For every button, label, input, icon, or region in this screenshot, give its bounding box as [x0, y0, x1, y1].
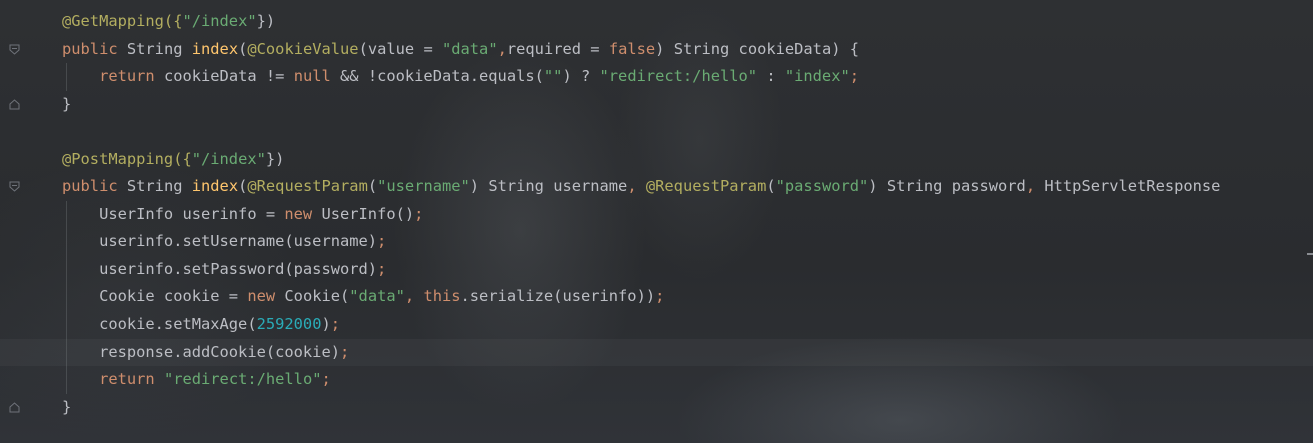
code-token: "username"	[377, 177, 470, 196]
code-line[interactable]: response.addCookie(cookie);	[62, 339, 1220, 367]
code-token: index	[191, 177, 239, 196]
code-token: "data"	[349, 287, 405, 306]
code-line[interactable]: userinfo.setPassword(password);	[62, 256, 1220, 284]
code-editor[interactable]: @GetMapping({"/index"}) public String ind…	[0, 0, 1313, 443]
code-token: })	[265, 149, 285, 168]
code-token: }	[62, 397, 72, 416]
code-token: ,	[1025, 177, 1045, 196]
code-token: :	[757, 67, 785, 86]
code-token: "/index"	[191, 149, 266, 168]
editor-gutter	[0, 0, 30, 443]
code-token: && !cookieData.equals(	[340, 67, 544, 86]
code-line[interactable]: cookie.setMaxAge(2592000);	[62, 311, 1220, 339]
code-token: (	[238, 177, 248, 196]
code-token: ;	[655, 287, 665, 306]
fold-start-icon[interactable]	[9, 181, 20, 192]
code-token: UserInfo userinfo =	[62, 204, 285, 223]
indent-guide	[66, 200, 67, 394]
code-token: .serialize(userinfo))	[460, 287, 656, 306]
fold-start-icon[interactable]	[9, 44, 20, 55]
code-token: 2592000	[256, 315, 322, 334]
code-token: (	[238, 39, 248, 58]
code-token: "redirect:/hello"	[599, 67, 758, 86]
code-token: String	[126, 39, 192, 58]
code-token: ,	[497, 39, 507, 58]
code-token: cookie.setMaxAge(	[62, 315, 257, 334]
code-token: })	[256, 12, 276, 30]
code-token: return	[99, 67, 164, 86]
code-token: (	[766, 177, 776, 196]
code-token: ""	[543, 67, 563, 86]
code-line[interactable]: }	[62, 394, 1220, 422]
fold-end-icon[interactable]	[9, 402, 20, 413]
code-token: ) String username	[469, 177, 628, 196]
code-token: "password"	[775, 177, 869, 196]
code-area[interactable]: @GetMapping({"/index"}) public String ind…	[62, 8, 1220, 421]
code-line[interactable]: }	[62, 91, 1220, 119]
code-line[interactable]: public String index(@CookieValue(value =…	[62, 36, 1220, 64]
code-token: new	[284, 204, 322, 223]
code-token: ;	[377, 232, 387, 251]
code-token: ;	[321, 370, 331, 389]
code-token: cookieData !=	[163, 67, 294, 86]
code-token: required =	[506, 39, 609, 58]
code-token: ,	[404, 287, 424, 306]
code-token: Cookie(	[284, 287, 350, 306]
code-token: ,	[627, 177, 646, 196]
scrollbar-marker[interactable]	[1307, 253, 1313, 255]
code-line[interactable]	[62, 118, 1220, 146]
code-token: ) ?	[562, 67, 600, 86]
code-token: @RequestParam	[247, 177, 368, 196]
code-token: this	[423, 287, 461, 306]
code-line[interactable]: @PostMapping({"/index"})	[62, 146, 1220, 174]
code-token: HttpServletResponse	[1044, 177, 1221, 196]
code-token: @CookieValue	[247, 39, 359, 58]
code-line[interactable]: Cookie cookie = new Cookie("data", this.…	[62, 283, 1220, 311]
code-token: ;	[377, 259, 387, 278]
indent-guide	[66, 63, 67, 91]
code-line[interactable]: return "redirect:/hello";	[62, 366, 1220, 394]
code-token: }	[62, 94, 72, 113]
code-token: ) String cookieData) {	[655, 39, 860, 58]
code-token: public	[62, 177, 127, 196]
code-token: UserInfo()	[321, 204, 415, 223]
code-token: public	[62, 39, 127, 58]
code-token: response.addCookie(cookie)	[62, 342, 340, 361]
code-token: userinfo.setUsername(username)	[62, 232, 378, 251]
code-token: null	[293, 67, 341, 86]
code-token: ) String password	[868, 177, 1026, 196]
code-token: @PostMapping({	[62, 149, 192, 168]
code-token: ;	[849, 67, 860, 86]
code-token: @RequestParam	[645, 177, 767, 196]
code-token: "index"	[784, 67, 850, 86]
code-token: @GetMapping({	[62, 12, 183, 30]
code-token: (value =	[358, 39, 442, 58]
code-token: userinfo.setPassword(password)	[62, 259, 378, 278]
code-line[interactable]: public String index(@RequestParam("usern…	[62, 173, 1220, 201]
code-token: return	[99, 370, 164, 389]
code-token: "/index"	[182, 12, 257, 30]
code-token: (	[367, 177, 378, 196]
code-token: String	[126, 177, 192, 196]
code-token: )	[321, 315, 331, 334]
code-token: Cookie cookie =	[62, 287, 248, 306]
code-token: "data"	[441, 39, 498, 58]
code-token: new	[247, 287, 285, 306]
fold-end-icon[interactable]	[9, 98, 20, 110]
code-line[interactable]: return cookieData != null && !cookieData…	[62, 63, 1220, 91]
code-token: ;	[330, 315, 341, 334]
code-token: "redirect:/hello"	[163, 370, 322, 389]
code-token: false	[608, 39, 656, 58]
code-line[interactable]: @GetMapping({"/index"})	[62, 8, 1220, 36]
code-line[interactable]: userinfo.setUsername(username);	[62, 228, 1220, 256]
code-token: ;	[414, 204, 424, 223]
code-line[interactable]: UserInfo userinfo = new UserInfo();	[62, 201, 1220, 229]
code-token: ;	[339, 342, 350, 361]
code-token: index	[191, 39, 239, 58]
